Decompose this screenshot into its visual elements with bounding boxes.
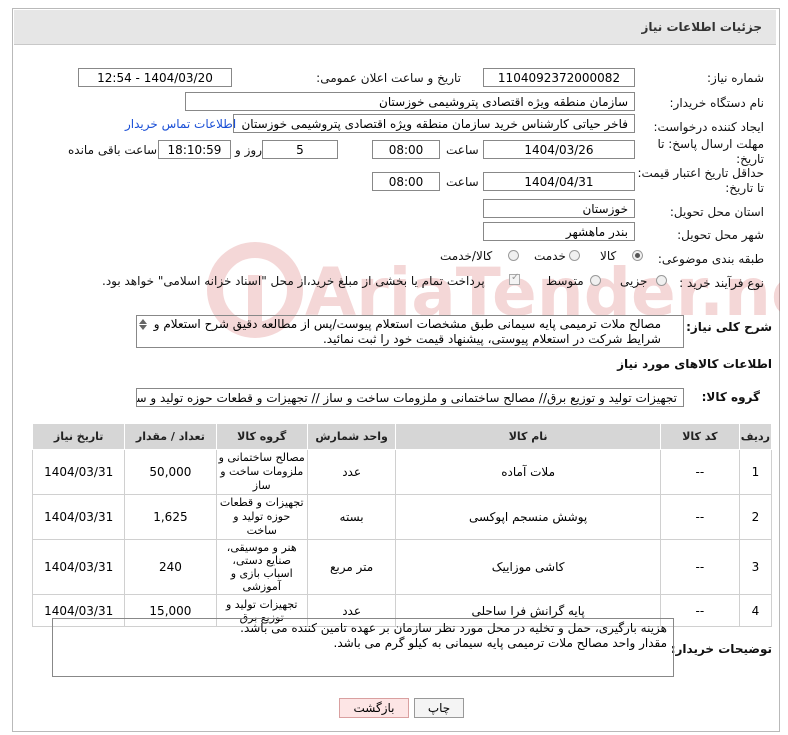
col-header-quantity: تعداد / مقدار [124,423,217,450]
cell-row-number: 3 [738,539,773,595]
announce-label: تاریخ و ساعت اعلان عمومی: [316,71,461,85]
buyer-notes-line-1: هزینه بارگیری، حمل و تخلیه در محل مورد ن… [240,621,667,635]
goods-table: ردیف کد کالا نام کالا واحد شمارش گروه کا… [31,423,773,627]
scroll-arrows-icon[interactable] [138,317,148,343]
announce-datetime-field: 1404/03/20 - 12:54 [78,68,232,87]
cell-name: ملات آماده [395,449,661,495]
col-header-unit: واحد شمارش [306,423,397,450]
goods-group-field: تجهیزات تولید و توزیع برق// مصالح ساختما… [136,388,684,407]
panel-header: جزئیات اطلاعات نیاز [14,10,776,45]
city-field: بندر ماهشهر [483,222,635,241]
process-label: نوع فرآیند خرید : [679,276,764,290]
creator-label: ایجاد کننده درخواست: [653,120,764,134]
process-option-minor: جزیی [620,274,648,288]
buyer-org-label: نام دستگاه خریدار: [669,96,765,110]
col-header-group: گروه کالا [215,423,308,450]
category-option-goods-service: کالا/خدمت [440,249,493,263]
cell-unit: عدد [306,449,397,495]
category-label: طبقه بندی موضوعی: [657,252,764,266]
time-remaining-label: ساعت باقی مانده [68,143,158,157]
col-header-date: تاریخ نیاز [31,423,126,450]
category-radio-goods[interactable] [632,250,643,261]
cell-date: 1404/03/31 [31,539,126,595]
days-label: روز و [235,143,262,157]
validity-time-field: 08:00 [372,172,440,191]
process-radio-minor[interactable] [656,275,667,286]
print-button[interactable]: چاپ [414,698,464,718]
deadline-date-field: 1404/03/26 [483,140,635,159]
cell-unit: متر مربع [306,539,397,595]
description-label: شرح کلی نیاز: [686,320,772,334]
category-radio-goods-service[interactable] [508,250,519,261]
cell-row-number: 1 [738,449,773,495]
cell-name: پوشش منسجم اپوکسی [395,494,661,540]
cell-name: کاشی موزاییک [395,539,661,595]
province-field: خوزستان [483,199,635,218]
cell-unit: بسته [306,494,397,540]
creator-field: فاخر حیاتی کارشناس خرید سازمان منطقه ویژ… [233,114,635,133]
process-radio-medium[interactable] [590,275,601,286]
treasury-payment-checkbox[interactable] [509,272,520,285]
time-remaining-field: 18:10:59 [158,140,231,159]
description-textarea[interactable]: مصالح ملات ترمیمی پایه سیمانی طبق مشخصات… [136,315,684,348]
buyer-contact-link[interactable]: اطلاعات تماس خریدار [125,117,236,131]
cell-quantity: 240 [124,539,217,595]
deadline-label: مهلت ارسال پاسخ: تا تاریخ: [657,137,764,166]
page-title: جزئیات اطلاعات نیاز [641,20,762,34]
cell-quantity: 1,625 [124,494,217,540]
cell-row-number: 4 [738,594,773,627]
deadline-time-field: 08:00 [372,140,440,159]
category-option-goods: کالا [600,249,617,263]
deadline-time-label: ساعت [446,143,479,157]
table-row: 3 -- کاشی موزاییک متر مربع هنر و موسیقی،… [31,539,773,595]
cell-row-number: 2 [738,494,773,540]
city-label: شهر محل تحویل: [677,228,764,242]
treasury-payment-note: پرداخت تمام یا بخشی از مبلغ خرید،از محل … [102,274,485,288]
buyer-org-field: سازمان منطقه ویژه اقتصادی پتروشیمی خوزست… [185,92,635,111]
cell-quantity: 50,000 [124,449,217,495]
cell-group: تجهیزات و قطعات حوزه تولید و ساخت [215,494,308,540]
table-row: 2 -- پوشش منسجم اپوکسی بسته تجهیزات و قط… [31,494,773,540]
goods-group-label: گروه کالا: [701,390,760,404]
buyer-notes-line-2: مقدار واحد مصالح ملات ترمیمی پایه سیمانی… [333,636,667,650]
validity-label: حداقل تاریخ اعتبار قیمت: تا تاریخ: [637,166,764,195]
validity-time-label: ساعت [446,175,479,189]
col-header-row-number: ردیف [738,423,773,450]
buyer-notes-textarea[interactable]: هزینه بارگیری، حمل و تخلیه در محل مورد ن… [52,618,674,677]
table-row: 1 -- ملات آماده عدد مصالح ساختمانی و ملز… [31,449,773,495]
cell-group: هنر و موسیقی، صنایع دستی، اسباب بازی و آ… [215,539,308,595]
validity-date-field: 1404/04/31 [483,172,635,191]
table-header-row: ردیف کد کالا نام کالا واحد شمارش گروه کا… [31,423,773,450]
days-remaining-field: 5 [262,140,338,159]
cell-code: -- [659,539,740,595]
process-option-medium: متوسط [546,274,584,288]
category-radio-service[interactable] [569,250,580,261]
col-header-code: کد کالا [659,423,740,450]
cell-group: مصالح ساختمانی و ملزومات ساخت و ساز [215,449,308,495]
need-number-label: شماره نیاز: [707,71,764,85]
buyer-notes-label: توضیحات خریدار: [670,642,772,656]
cell-code: -- [659,449,740,495]
back-button[interactable]: بازگشت [339,698,409,718]
cell-date: 1404/03/31 [31,449,126,495]
province-label: استان محل تحویل: [669,205,764,219]
cell-code: -- [659,494,740,540]
category-option-service: خدمت [534,249,566,263]
cell-date: 1404/03/31 [31,494,126,540]
need-number-field: 1104092372000082 [483,68,635,87]
goods-section-title: اطلاعات کالاهای مورد نیاز [617,357,772,371]
col-header-name: نام کالا [395,423,661,450]
